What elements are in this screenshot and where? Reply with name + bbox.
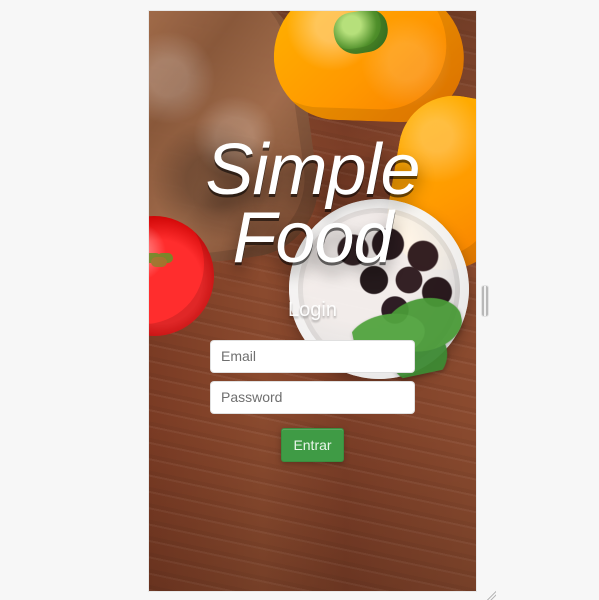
app-logo: Simple Food: [205, 130, 420, 279]
logo-line-1: Simple: [205, 130, 420, 210]
login-screen: Simple Food Login Entrar: [149, 11, 476, 591]
screenshot-stage: Simple Food Login Entrar: [0, 0, 599, 600]
submit-button[interactable]: Entrar: [281, 427, 344, 462]
password-input[interactable]: [210, 380, 415, 414]
app-viewport: Simple Food Login Entrar: [149, 11, 476, 591]
logo-line-2: Food: [232, 198, 393, 279]
login-form: Entrar: [210, 339, 415, 462]
email-input[interactable]: [210, 339, 415, 373]
resize-corner-icon[interactable]: [486, 590, 496, 600]
resize-handle-icon[interactable]: [482, 286, 488, 316]
login-title: Login: [288, 298, 337, 321]
